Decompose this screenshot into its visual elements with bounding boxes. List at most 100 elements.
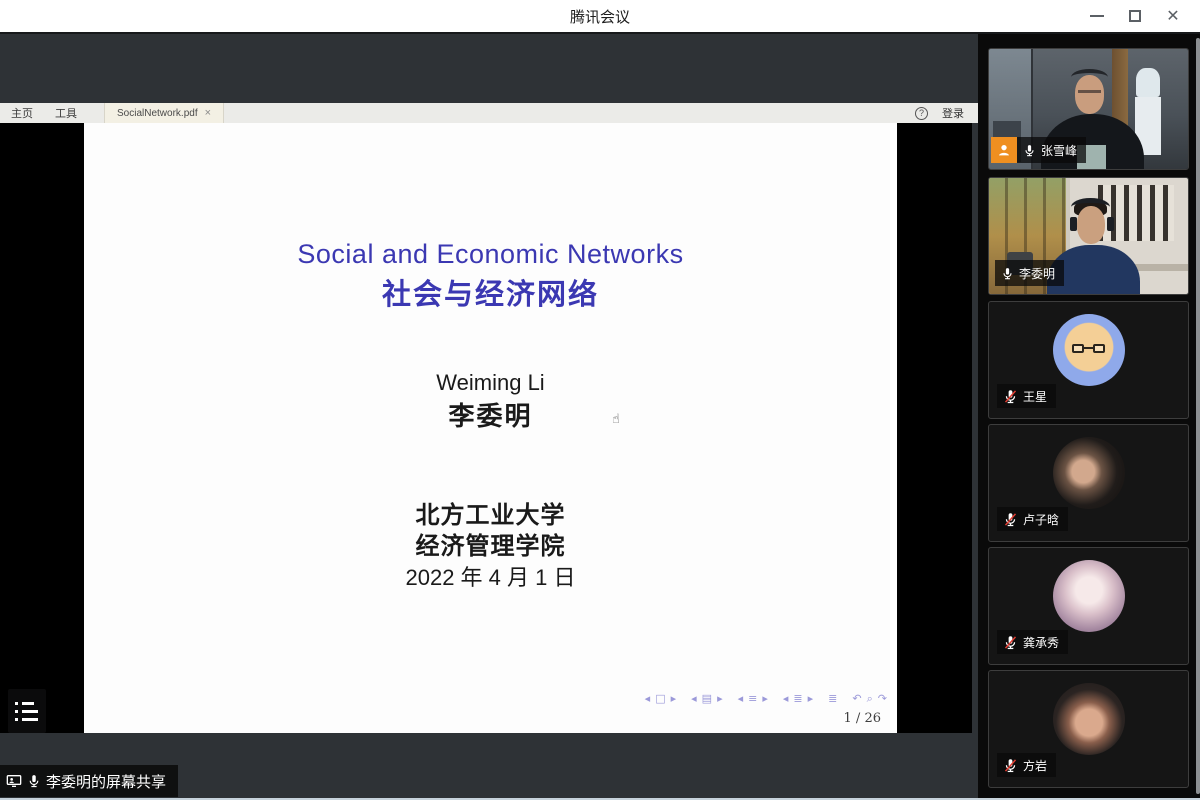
help-icon[interactable]: ? <box>915 107 928 120</box>
nav-frames-icon[interactable]: ▤ <box>702 693 712 704</box>
participant-tile[interactable]: 龚承秀 <box>988 547 1189 665</box>
host-badge-icon <box>991 137 1017 163</box>
hand-cursor-icon: ☝ <box>612 411 620 427</box>
mic-muted-icon <box>1003 635 1018 650</box>
mic-muted-icon <box>1003 758 1018 773</box>
nav-presentation-icon[interactable]: ≣ <box>828 693 837 704</box>
pdf-toolbar: 主页 工具 SocialNetwork.pdf × ? 登录 <box>0 103 978 123</box>
mic-muted-icon <box>1003 389 1018 404</box>
participant-avatar <box>1053 437 1125 509</box>
nav-subsection-group: ◂ ≡ ▸ <box>738 693 768 704</box>
nav-frame-icon[interactable]: □ <box>655 693 665 704</box>
slide-date: 2022 年 4 月 1 日 <box>84 567 897 589</box>
nav-section-group: ◂ ≣ ▸ <box>783 693 813 704</box>
window-titlebar: 腾讯会议 ✕ <box>0 0 1200 34</box>
maximize-icon <box>1129 10 1141 22</box>
participant-badge-row: 李委明 <box>995 260 1064 286</box>
nav-prev-icon[interactable]: ◂ <box>738 693 744 704</box>
participant-name-label: 王星 <box>997 384 1056 408</box>
avatar-glasses <box>1072 344 1084 353</box>
scene-shape <box>1070 217 1077 231</box>
tab-close-icon[interactable]: × <box>205 107 211 119</box>
slide-affiliation-university: 北方工业大学 <box>84 504 897 528</box>
tencent-meeting-window: 腾讯会议 ✕ 主页 工具 SocialNetwork.pdf × ? 登录 So… <box>0 0 1200 800</box>
scene-shape <box>1107 217 1114 231</box>
nav-next-icon[interactable]: ▸ <box>717 693 723 704</box>
nav-prev-icon[interactable]: ◂ <box>691 693 697 704</box>
nav-next-icon[interactable]: ▸ <box>671 693 677 704</box>
participant-name-label: 卢子晗 <box>997 507 1068 531</box>
participant-avatar <box>1053 560 1125 632</box>
participant-name-label: 李委明 <box>995 260 1064 286</box>
participant-name: 李委明 <box>1019 265 1055 282</box>
participant-name: 张雪峰 <box>1041 142 1077 159</box>
nav-history-group: ↶ ⌕ ↷ <box>852 693 887 704</box>
slide-author-en: Weiming Li <box>84 372 897 394</box>
participant-tile[interactable]: 方岩 <box>988 670 1189 788</box>
pdf-page: Social and Economic Networks 社会与经济网络 Wei… <box>84 123 897 733</box>
slide-title-en: Social and Economic Networks <box>84 241 897 268</box>
participant-badge-row: 王星 <box>997 384 1056 408</box>
document-tab[interactable]: SocialNetwork.pdf × <box>104 103 224 123</box>
nav-forward-icon[interactable]: ↷ <box>878 693 887 704</box>
mic-on-icon <box>1023 144 1036 157</box>
mic-icon <box>27 774 41 788</box>
avatar-glasses <box>1093 344 1105 353</box>
participant-badge-row: 方岩 <box>997 753 1056 777</box>
nav-search-icon[interactable]: ⌕ <box>867 693 873 704</box>
beamer-nav-symbols: ◂ □ ▸ ◂ ▤ ▸ ◂ ≡ ▸ ◂ <box>645 693 887 704</box>
scene-shape <box>1098 185 1174 241</box>
nav-prev-icon[interactable]: ◂ <box>645 693 651 704</box>
nav-back-icon[interactable]: ↶ <box>852 693 861 704</box>
menu-home[interactable]: 主页 <box>0 103 44 123</box>
close-button[interactable]: ✕ <box>1154 0 1192 32</box>
scene-shape <box>1071 69 1109 86</box>
minimize-button[interactable] <box>1078 0 1116 32</box>
screen-share-banner-text: 李委明的屏幕共享 <box>46 771 166 792</box>
scene-shape <box>1078 90 1102 93</box>
participant-avatar <box>1053 683 1125 755</box>
screen-share-banner: 李委明的屏幕共享 <box>0 765 178 797</box>
screen-share-area: 主页 工具 SocialNetwork.pdf × ? 登录 Social an… <box>0 34 978 800</box>
login-button[interactable]: 登录 <box>942 105 964 121</box>
nav-next-icon[interactable]: ▸ <box>808 693 814 704</box>
participant-tile[interactable]: 李委明 <box>988 177 1189 295</box>
slide-title-zh: 社会与经济网络 <box>84 281 897 310</box>
participant-name: 王星 <box>1023 388 1047 405</box>
slide-author-zh: 李委明 <box>84 403 897 429</box>
nav-presentation-group: ≣ <box>828 693 837 704</box>
outline-panel-toggle[interactable] <box>8 689 46 733</box>
sidebar-scrollbar[interactable] <box>1196 38 1200 794</box>
menu-tools[interactable]: 工具 <box>44 103 88 123</box>
participant-tile[interactable]: 王星 <box>988 301 1189 419</box>
nav-frames-group: ◂ ▤ ▸ <box>691 693 722 704</box>
nav-prev-icon[interactable]: ◂ <box>783 693 789 704</box>
list-icon <box>15 702 46 705</box>
list-icon <box>15 710 46 713</box>
nav-section-icon[interactable]: ≣ <box>793 693 802 704</box>
participants-sidebar: 张雪峰 李委明 <box>978 34 1200 800</box>
participant-avatar <box>1053 314 1125 386</box>
nav-subsection-icon[interactable]: ≡ <box>748 693 757 704</box>
screen-share-icon <box>6 773 22 789</box>
participant-name-label: 龚承秀 <box>997 630 1068 654</box>
nav-slide-group: ◂ □ ▸ <box>645 693 676 704</box>
participant-badge-row: 张雪峰 <box>991 137 1086 163</box>
slide-affiliation-school: 经济管理学院 <box>84 535 897 559</box>
window-controls: ✕ <box>1078 0 1192 32</box>
participant-badge-row: 卢子晗 <box>997 507 1068 531</box>
document-tab-label: SocialNetwork.pdf <box>117 108 198 119</box>
scene-shape <box>1136 68 1160 97</box>
minimize-icon <box>1090 15 1104 17</box>
participant-tile[interactable]: 卢子晗 <box>988 424 1189 542</box>
window-title: 腾讯会议 <box>570 6 630 27</box>
participant-tile[interactable]: 张雪峰 <box>988 48 1189 170</box>
avatar-glasses <box>1084 347 1093 349</box>
nav-next-icon[interactable]: ▸ <box>762 693 768 704</box>
participant-name: 卢子晗 <box>1023 511 1059 528</box>
participant-name: 龚承秀 <box>1023 634 1059 651</box>
list-icon <box>15 718 46 721</box>
toolbar-right: ? 登录 <box>915 103 978 123</box>
participant-name: 方岩 <box>1023 757 1047 774</box>
maximize-button[interactable] <box>1116 0 1154 32</box>
